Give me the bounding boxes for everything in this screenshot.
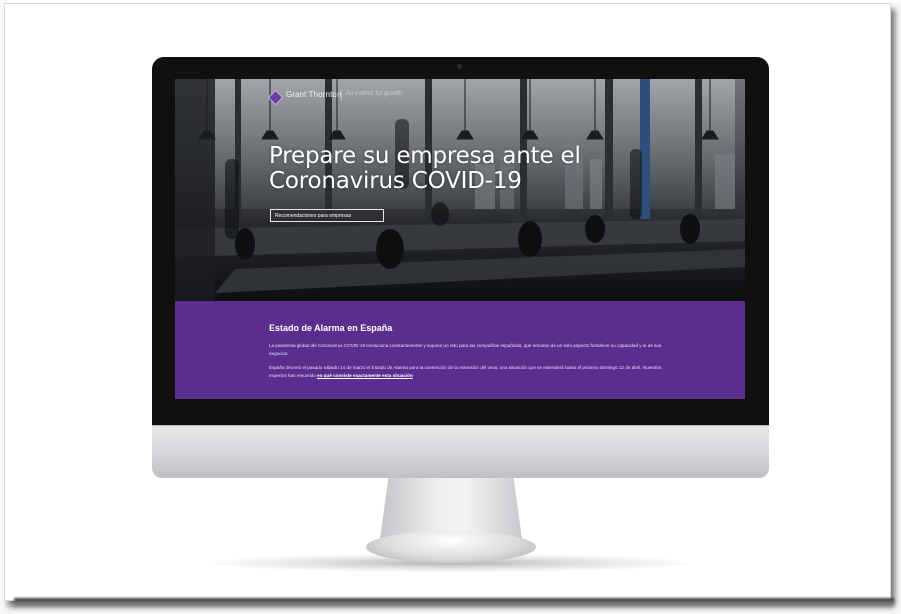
alarm-state-section: Estado de Alarma en España La pandemia g… <box>175 301 745 399</box>
hero-title-line-2: Coronavirus COVID-19 <box>269 168 522 194</box>
page-canvas: Grant Thornton An instinct for growth Pr… <box>0 0 901 614</box>
hero-title-line-1: Prepare su empresa ante el <box>269 143 581 169</box>
frame-shadow <box>14 598 894 608</box>
camera-icon <box>457 64 462 69</box>
monitor-screen: Grant Thornton An instinct for growth Pr… <box>175 79 745 399</box>
hero-title: Prepare su empresa ante el Coronavirus C… <box>269 144 739 194</box>
monitor-chin <box>152 425 769 478</box>
situation-link[interactable]: en qué consiste exactamente esta situaci… <box>317 373 413 378</box>
section-paragraph-2: España decretó el pasado sábado 14 de ma… <box>269 364 669 379</box>
hero-section: Grant Thornton An instinct for growth Pr… <box>175 79 745 301</box>
brand-name[interactable]: Grant Thornton <box>286 90 342 99</box>
monitor-stand-base <box>366 531 536 563</box>
section-paragraph-1: La pandemia global del Coronavirus COVID… <box>269 343 662 356</box>
brand-tagline: An instinct for growth <box>346 91 403 97</box>
nav-divider <box>341 90 342 101</box>
section-heading: Estado de Alarma en España <box>269 323 393 333</box>
hero-cta-button[interactable]: Recomendaciones para empresas <box>270 209 384 222</box>
monitor-stand-neck <box>380 477 522 539</box>
